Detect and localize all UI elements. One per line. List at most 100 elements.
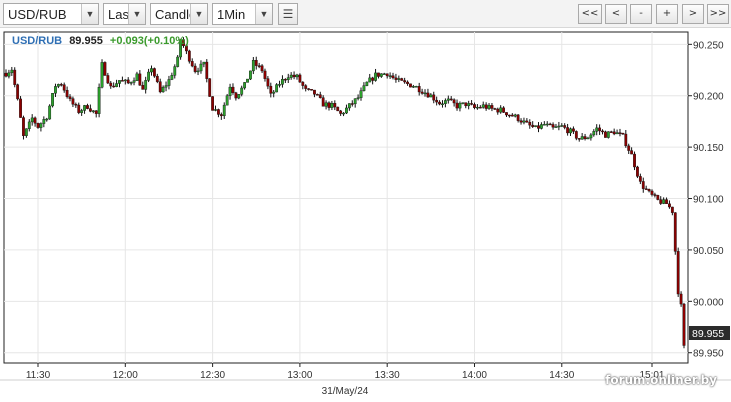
candle-down bbox=[106, 75, 110, 84]
candle-down bbox=[298, 74, 302, 83]
candle-down bbox=[333, 103, 337, 108]
candle-up bbox=[39, 123, 43, 128]
candle-down bbox=[158, 81, 162, 93]
candle-up bbox=[347, 103, 351, 109]
zoom-in-button[interactable]: + bbox=[656, 4, 678, 24]
y-tick-label: 90.250 bbox=[693, 40, 724, 51]
candle-down bbox=[88, 108, 92, 112]
candle-down bbox=[257, 65, 261, 67]
interval-select-value: 1Min bbox=[217, 7, 246, 22]
chart-style-select[interactable]: Candle ▼ bbox=[150, 3, 208, 25]
symbol-select[interactable]: USD/RUB ▼ bbox=[3, 3, 99, 25]
candle-down bbox=[473, 104, 476, 108]
candle-up bbox=[362, 85, 366, 91]
candle-down bbox=[350, 103, 354, 105]
candle-up bbox=[461, 102, 465, 104]
candle-up bbox=[365, 81, 369, 86]
candle-down bbox=[304, 85, 308, 89]
candle-up bbox=[237, 94, 241, 99]
candle-down bbox=[633, 153, 636, 168]
candle-up bbox=[278, 84, 281, 86]
candlestick-chart[interactable]: 90.250 90.200 90.150 90.100 90.050 90.000 89.9… bbox=[0, 29, 731, 402]
candle-up bbox=[118, 80, 121, 84]
candle-down bbox=[502, 107, 505, 113]
candle-down bbox=[505, 112, 508, 116]
last-price-label: 89.955 bbox=[692, 328, 724, 340]
y-tick-label: 90.050 bbox=[693, 246, 724, 257]
candle-down bbox=[292, 74, 296, 78]
candle-down bbox=[417, 86, 421, 93]
candle-down bbox=[403, 80, 407, 83]
candle-down bbox=[68, 96, 72, 99]
interval-select[interactable]: 1Min ▼ bbox=[212, 3, 273, 25]
candle-up bbox=[295, 74, 299, 78]
candle-down bbox=[315, 94, 319, 96]
candle-down bbox=[313, 89, 316, 95]
candle-down bbox=[551, 124, 555, 128]
candle-up bbox=[115, 83, 118, 87]
candle-down bbox=[670, 206, 674, 213]
candle-up bbox=[345, 107, 348, 114]
candle-down bbox=[231, 86, 235, 93]
candle-down bbox=[409, 83, 412, 88]
zoom-out-button[interactable]: - bbox=[630, 4, 652, 24]
candle-up bbox=[388, 75, 392, 77]
candle-up bbox=[144, 80, 148, 90]
y-axis: 90.250 90.200 90.150 90.100 90.050 90.000 89.9… bbox=[688, 40, 724, 360]
x-tick-label: 13:30 bbox=[375, 370, 400, 381]
candle-up bbox=[42, 119, 46, 124]
candle-down bbox=[566, 127, 570, 134]
candle-up bbox=[147, 71, 150, 81]
candle-down bbox=[400, 78, 404, 81]
candle-down bbox=[673, 212, 677, 252]
candle-down bbox=[205, 61, 209, 79]
candle-up bbox=[379, 73, 383, 77]
candle-down bbox=[630, 150, 634, 155]
chevron-down-icon[interactable]: ▼ bbox=[128, 4, 145, 24]
candle-down bbox=[377, 72, 380, 77]
candle-up bbox=[545, 123, 549, 126]
x-tick-label: 14:00 bbox=[462, 370, 487, 381]
candle-down bbox=[327, 102, 331, 108]
watermark: forum.onliner.by bbox=[605, 373, 717, 387]
candle-down bbox=[217, 109, 220, 115]
candle-down bbox=[653, 194, 657, 196]
candle-down bbox=[577, 138, 581, 140]
candle-down bbox=[601, 130, 604, 133]
candle-down bbox=[260, 65, 264, 72]
candle-down bbox=[318, 94, 322, 98]
candle-down bbox=[269, 85, 273, 94]
scroll-start-button[interactable]: << bbox=[578, 4, 602, 24]
candle-up bbox=[423, 92, 427, 95]
candle-down bbox=[155, 75, 159, 82]
candle-down bbox=[406, 81, 409, 85]
candle-down bbox=[438, 101, 441, 105]
candle-down bbox=[618, 132, 622, 134]
scroll-end-button[interactable]: >> bbox=[707, 4, 729, 24]
candle-up bbox=[150, 68, 153, 73]
candle-up bbox=[228, 86, 232, 96]
chevron-down-icon[interactable]: ▼ bbox=[81, 4, 98, 24]
candle-up bbox=[569, 128, 572, 134]
candle-up bbox=[167, 79, 171, 86]
scroll-left-button[interactable]: < bbox=[605, 4, 627, 24]
candle-down bbox=[572, 128, 575, 132]
candle-up bbox=[97, 86, 101, 114]
candle-up bbox=[24, 128, 28, 136]
price-type-select[interactable]: Last ▼ bbox=[103, 3, 146, 25]
candle-down bbox=[528, 122, 532, 126]
candle-up bbox=[487, 105, 491, 109]
chevron-down-icon[interactable]: ▼ bbox=[190, 4, 207, 24]
candle-up bbox=[51, 93, 54, 107]
candle-down bbox=[519, 120, 523, 123]
candle-down bbox=[74, 103, 78, 106]
list-icon[interactable]: ☰ bbox=[278, 3, 298, 25]
scroll-right-button[interactable]: > bbox=[682, 4, 704, 24]
candle-up bbox=[83, 105, 86, 111]
chart-toolbar: USD/RUB ▼ Last ▼ Candle ▼ 1Min ▼ ☰ << < … bbox=[0, 0, 731, 28]
candle-down bbox=[336, 106, 340, 112]
candle-down bbox=[432, 94, 436, 101]
candle-up bbox=[446, 98, 450, 101]
chevron-down-icon[interactable]: ▼ bbox=[255, 4, 272, 24]
candle-down bbox=[583, 136, 587, 139]
